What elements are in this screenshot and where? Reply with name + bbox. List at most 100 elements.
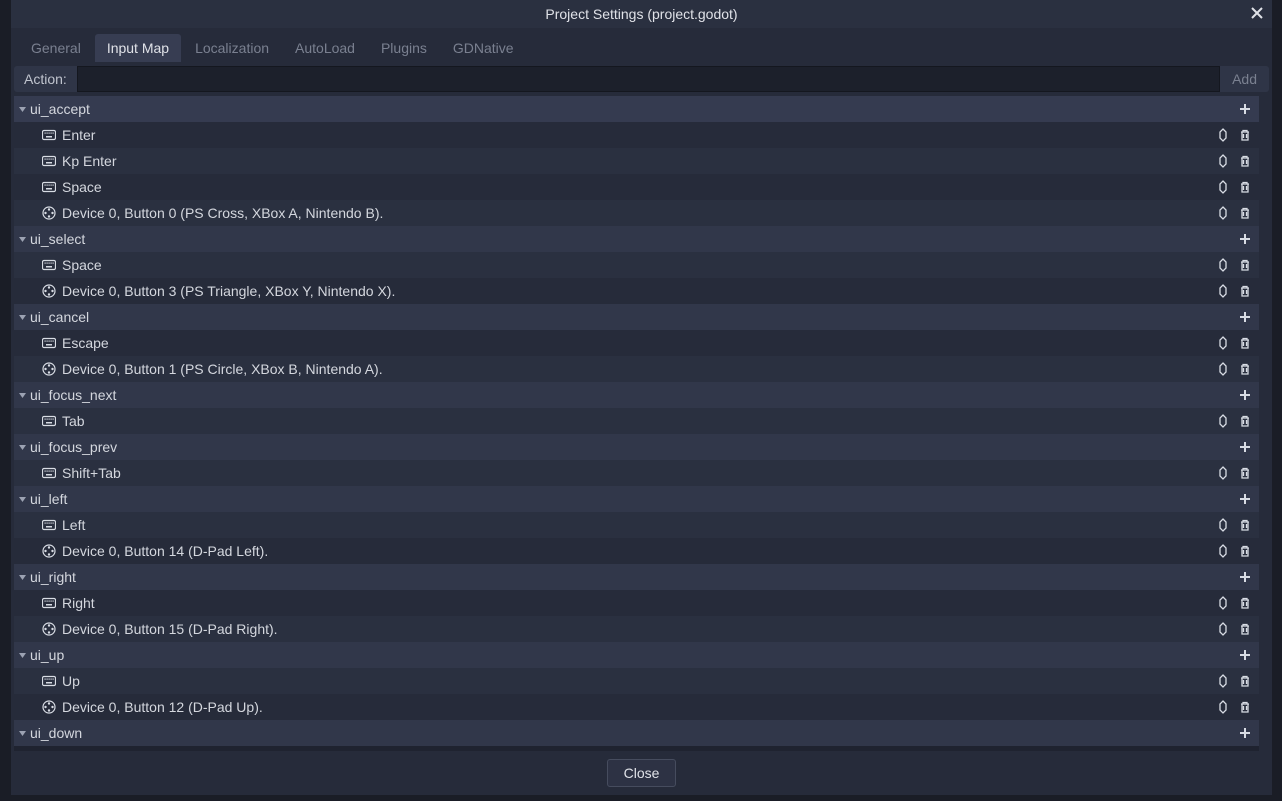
event-row[interactable]: Shift+Tab <box>14 460 1259 486</box>
chevron-down-icon[interactable] <box>18 313 30 322</box>
edit-event-button[interactable] <box>1213 541 1233 561</box>
action-input[interactable] <box>77 66 1220 92</box>
keyboard-icon <box>42 128 56 142</box>
action-tree[interactable]: ui_acceptEnterKp EnterSpaceDevice 0, But… <box>14 96 1259 751</box>
chevron-down-icon[interactable] <box>18 443 30 452</box>
delete-event-button[interactable] <box>1235 593 1255 613</box>
add-event-button[interactable] <box>1235 567 1255 587</box>
edit-event-button[interactable] <box>1213 463 1233 483</box>
add-event-button[interactable] <box>1235 723 1255 743</box>
tab-gdnative[interactable]: GDNative <box>441 34 526 62</box>
delete-event-button[interactable] <box>1235 359 1255 379</box>
edit-event-button[interactable] <box>1213 359 1233 379</box>
action-row[interactable]: ui_select <box>14 226 1259 252</box>
action-row[interactable]: ui_focus_prev <box>14 434 1259 460</box>
edit-event-button[interactable] <box>1213 619 1233 639</box>
event-row[interactable]: Left <box>14 512 1259 538</box>
event-row[interactable]: Right <box>14 590 1259 616</box>
action-row[interactable]: ui_accept <box>14 96 1259 122</box>
action-row[interactable]: ui_up <box>14 642 1259 668</box>
edit-event-button[interactable] <box>1213 697 1233 717</box>
close-button[interactable]: Close <box>607 759 677 787</box>
action-row[interactable]: ui_right <box>14 564 1259 590</box>
add-event-button[interactable] <box>1235 385 1255 405</box>
add-event-button[interactable] <box>1235 99 1255 119</box>
edit-event-button[interactable] <box>1213 515 1233 535</box>
event-row[interactable]: Device 0, Button 14 (D-Pad Left). <box>14 538 1259 564</box>
action-row[interactable]: ui_down <box>14 720 1259 746</box>
chevron-down-icon[interactable] <box>18 495 30 504</box>
delete-event-button[interactable] <box>1235 255 1255 275</box>
chevron-down-icon[interactable] <box>18 729 30 738</box>
joypad-icon <box>42 622 56 636</box>
action-row[interactable]: ui_focus_next <box>14 382 1259 408</box>
tab-general[interactable]: General <box>19 34 93 62</box>
action-row[interactable]: ui_cancel <box>14 304 1259 330</box>
chevron-down-icon[interactable] <box>18 391 30 400</box>
edit-event-button[interactable] <box>1213 593 1233 613</box>
event-label: Up <box>62 673 1211 689</box>
event-label: Shift+Tab <box>62 465 1211 481</box>
edit-event-button[interactable] <box>1213 125 1233 145</box>
action-name: ui_focus_next <box>30 387 1233 403</box>
action-name: ui_select <box>30 231 1233 247</box>
edit-event-button[interactable] <box>1213 151 1233 171</box>
event-row[interactable]: Enter <box>14 122 1259 148</box>
delete-event-button[interactable] <box>1235 281 1255 301</box>
tab-plugins[interactable]: Plugins <box>369 34 439 62</box>
delete-event-button[interactable] <box>1235 151 1255 171</box>
edit-event-button[interactable] <box>1213 281 1233 301</box>
keyboard-icon <box>42 466 56 480</box>
event-row[interactable]: Device 0, Button 1 (PS Circle, XBox B, N… <box>14 356 1259 382</box>
joypad-icon <box>42 544 56 558</box>
keyboard-icon <box>42 258 56 272</box>
delete-event-button[interactable] <box>1235 697 1255 717</box>
dialog-title: Project Settings (project.godot) <box>545 6 737 22</box>
event-row[interactable]: Device 0, Button 3 (PS Triangle, XBox Y,… <box>14 278 1259 304</box>
chevron-down-icon[interactable] <box>18 651 30 660</box>
delete-event-button[interactable] <box>1235 515 1255 535</box>
delete-event-button[interactable] <box>1235 619 1255 639</box>
project-settings-dialog: Project Settings (project.godot) General… <box>11 0 1272 795</box>
chevron-down-icon[interactable] <box>18 573 30 582</box>
edit-event-button[interactable] <box>1213 411 1233 431</box>
add-event-button[interactable] <box>1235 489 1255 509</box>
delete-event-button[interactable] <box>1235 541 1255 561</box>
delete-event-button[interactable] <box>1235 125 1255 145</box>
tab-autoload[interactable]: AutoLoad <box>283 34 367 62</box>
event-row[interactable]: Space <box>14 174 1259 200</box>
event-row[interactable]: Up <box>14 668 1259 694</box>
event-label: Device 0, Button 14 (D-Pad Left). <box>62 543 1211 559</box>
delete-event-button[interactable] <box>1235 333 1255 353</box>
delete-event-button[interactable] <box>1235 671 1255 691</box>
edit-event-button[interactable] <box>1213 203 1233 223</box>
tab-localization[interactable]: Localization <box>183 34 281 62</box>
action-row[interactable]: ui_left <box>14 486 1259 512</box>
event-row[interactable]: Space <box>14 252 1259 278</box>
edit-event-button[interactable] <box>1213 177 1233 197</box>
scrollbar[interactable] <box>1259 96 1269 751</box>
event-row[interactable]: Device 0, Button 0 (PS Cross, XBox A, Ni… <box>14 200 1259 226</box>
delete-event-button[interactable] <box>1235 463 1255 483</box>
event-row[interactable]: Escape <box>14 330 1259 356</box>
tab-input-map[interactable]: Input Map <box>95 34 181 62</box>
add-event-button[interactable] <box>1235 229 1255 249</box>
chevron-down-icon[interactable] <box>18 105 30 114</box>
keyboard-icon <box>42 414 56 428</box>
event-row[interactable]: Kp Enter <box>14 148 1259 174</box>
event-row[interactable]: Tab <box>14 408 1259 434</box>
add-event-button[interactable] <box>1235 437 1255 457</box>
close-icon[interactable] <box>1248 4 1266 22</box>
delete-event-button[interactable] <box>1235 411 1255 431</box>
add-button[interactable]: Add <box>1220 66 1269 92</box>
edit-event-button[interactable] <box>1213 671 1233 691</box>
chevron-down-icon[interactable] <box>18 235 30 244</box>
delete-event-button[interactable] <box>1235 177 1255 197</box>
add-event-button[interactable] <box>1235 645 1255 665</box>
edit-event-button[interactable] <box>1213 255 1233 275</box>
event-row[interactable]: Device 0, Button 12 (D-Pad Up). <box>14 694 1259 720</box>
delete-event-button[interactable] <box>1235 203 1255 223</box>
edit-event-button[interactable] <box>1213 333 1233 353</box>
event-row[interactable]: Device 0, Button 15 (D-Pad Right). <box>14 616 1259 642</box>
add-event-button[interactable] <box>1235 307 1255 327</box>
